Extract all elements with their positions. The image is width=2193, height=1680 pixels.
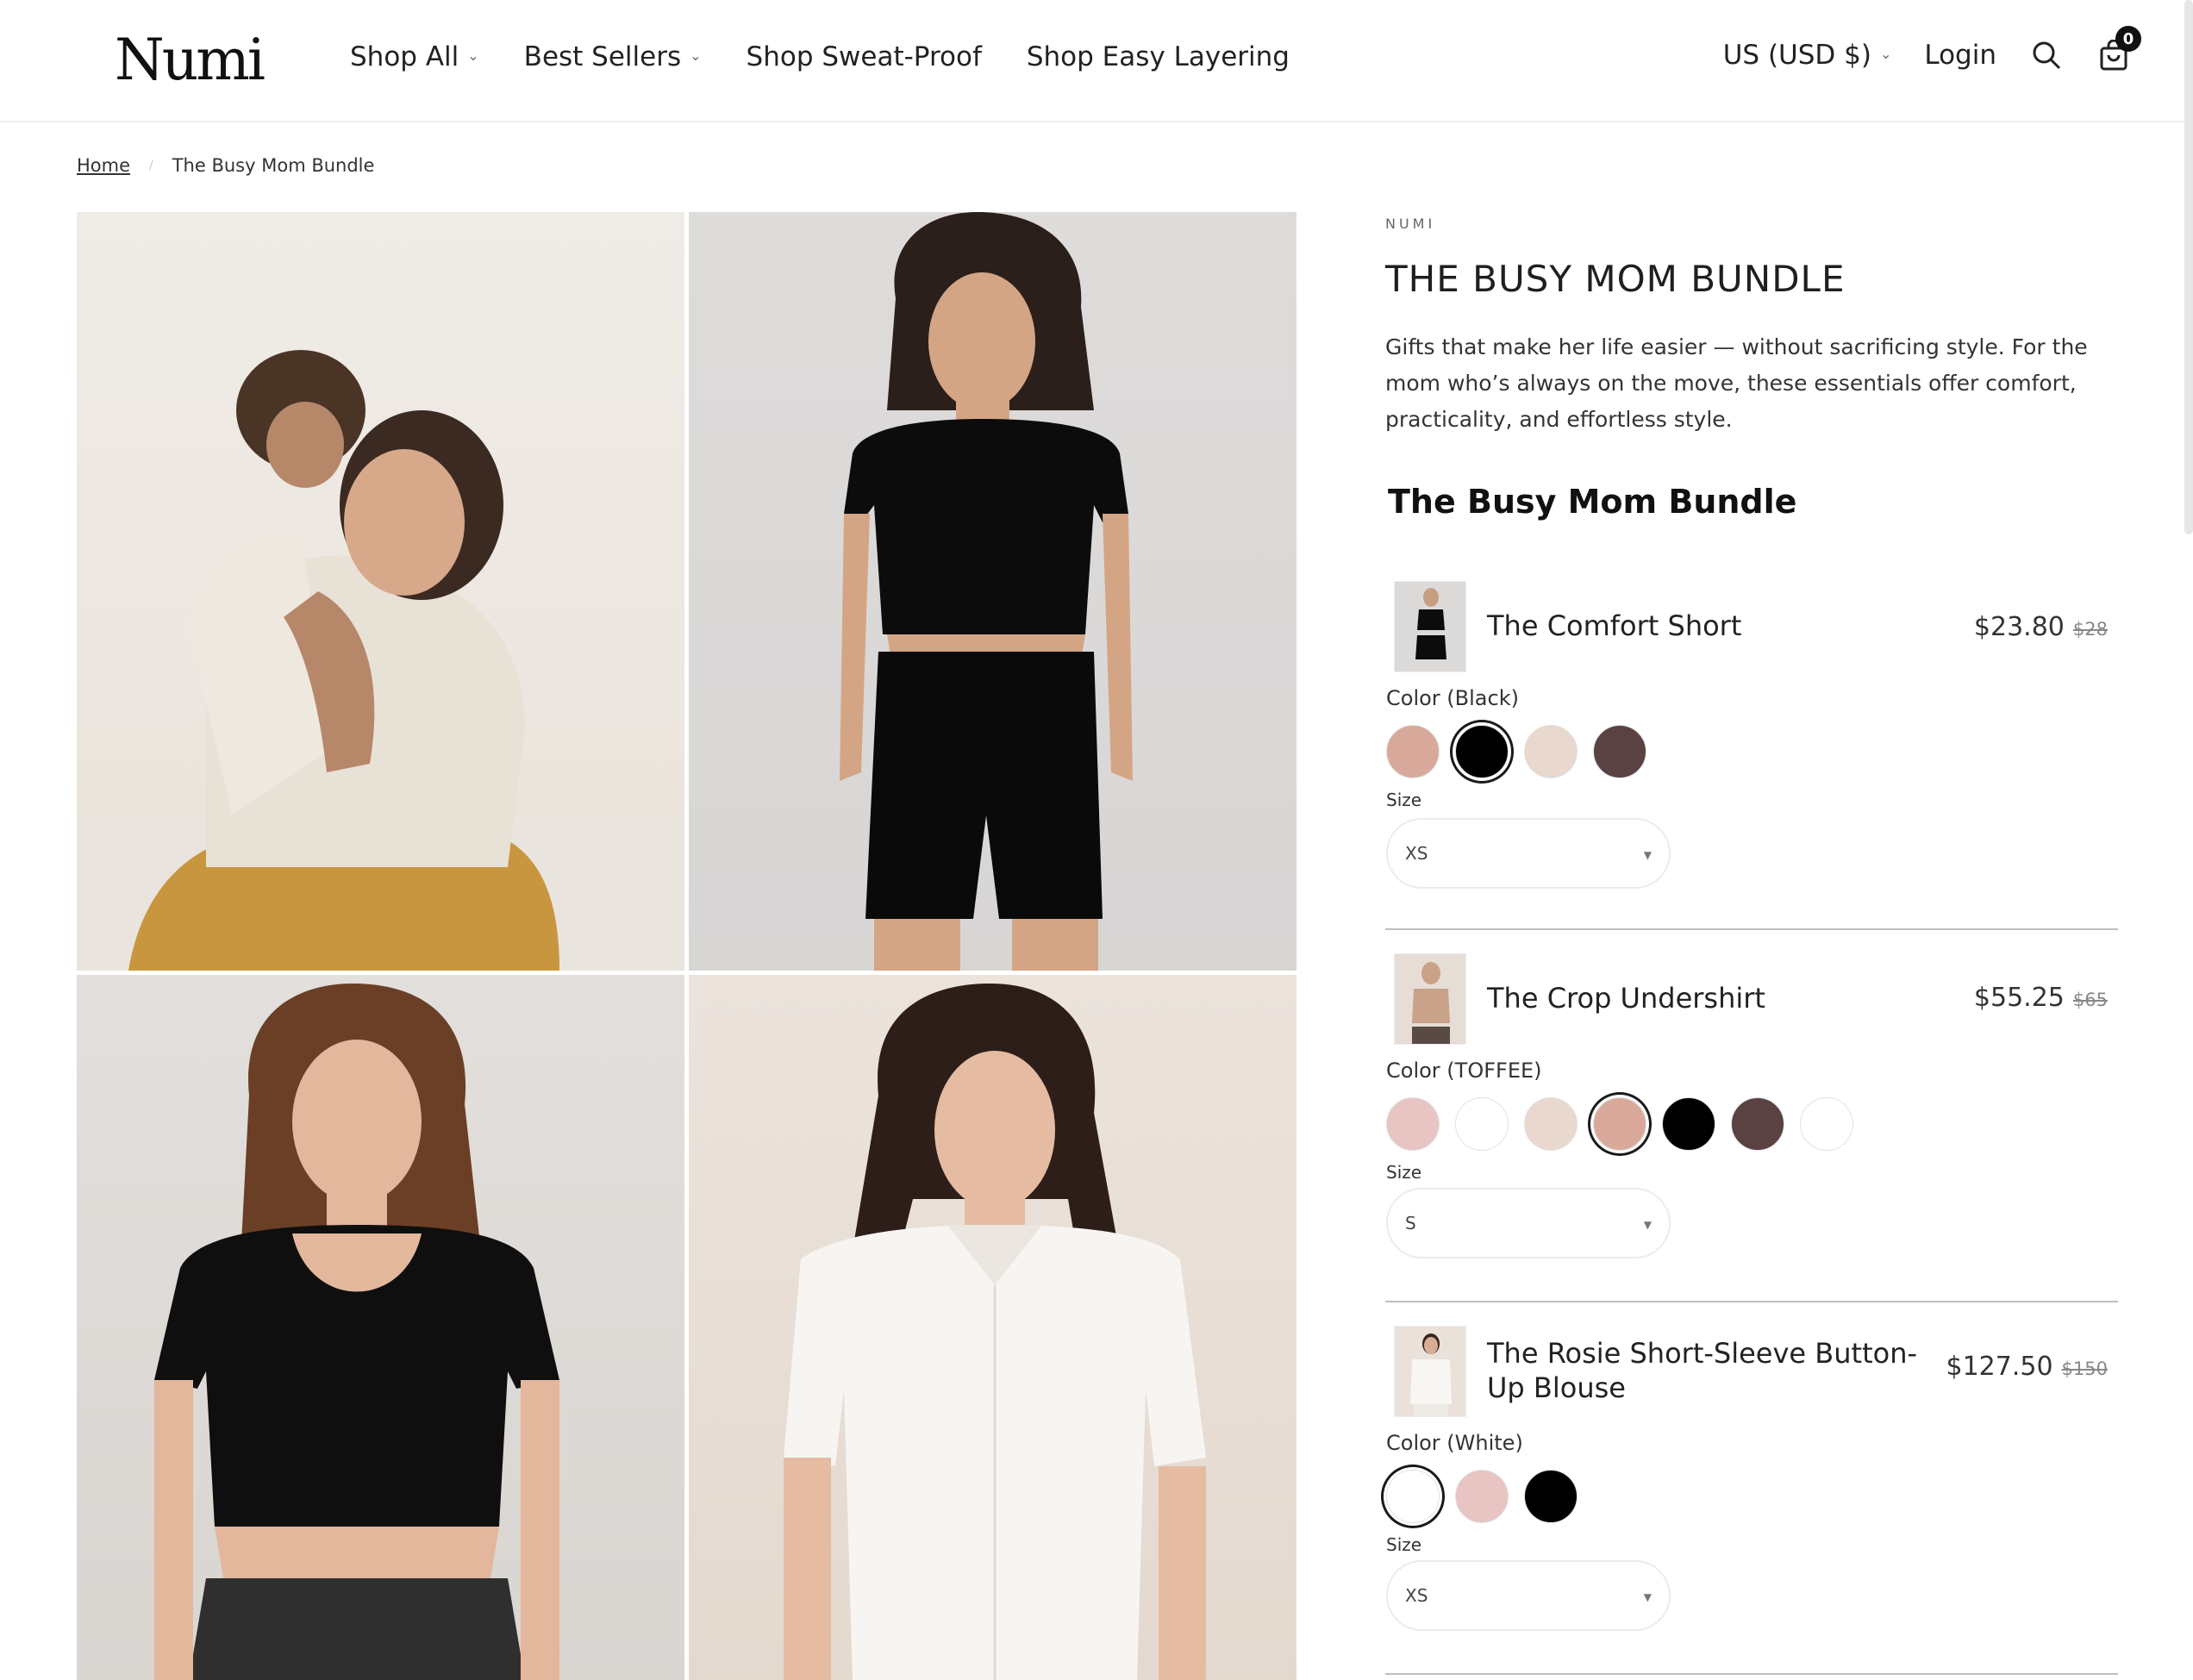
product-gallery — [77, 212, 1296, 1680]
color-swatch-selected[interactable] — [1593, 1097, 1646, 1151]
product-thumbnail[interactable] — [1394, 581, 1466, 672]
currency-selector[interactable]: US (USD $) ⌄ — [1723, 40, 1892, 71]
bundle-item-price: $23.80 $28 — [1974, 612, 2108, 642]
color-swatch[interactable] — [1524, 1097, 1578, 1151]
product-vendor: NUMI — [1385, 215, 1436, 232]
bundle-item-price: $55.25 $65 — [1974, 983, 2108, 1013]
color-swatch[interactable] — [1731, 1097, 1784, 1151]
nav-shop-sweat-proof[interactable]: Shop Sweat-Proof — [747, 41, 982, 72]
bundle-item-rosie-blouse: The Rosie Short-Sleeve Button-Up Blouse … — [1385, 1326, 2118, 1671]
size-label: Size — [1386, 1162, 1422, 1183]
divider — [1385, 1301, 2118, 1302]
nav-shop-all-label: Shop All — [350, 41, 459, 72]
bundle-item-name[interactable]: The Rosie Short-Sleeve Button-Up Blouse — [1487, 1336, 1952, 1405]
nav-shop-sweat-proof-label: Shop Sweat-Proof — [746, 41, 982, 72]
cart-count-badge: 0 — [2115, 26, 2141, 52]
chevron-down-icon: ⌄ — [467, 47, 479, 64]
breadcrumb-current: The Busy Mom Bundle — [172, 155, 375, 176]
numi-logo[interactable]: Numi — [115, 26, 266, 95]
white-blouse-photo[interactable] — [689, 975, 1296, 1680]
product-description: Gifts that make her life easier — withou… — [1385, 334, 2088, 432]
breadcrumb-home[interactable]: Home — [77, 155, 130, 176]
chevron-down-icon: ⌄ — [1879, 45, 1892, 62]
color-swatch[interactable] — [1455, 1097, 1509, 1151]
color-swatches — [1386, 725, 1646, 778]
color-label: Color (White) — [1386, 1431, 1523, 1455]
color-swatches — [1386, 1470, 1578, 1523]
size-label: Size — [1386, 1534, 1422, 1555]
color-label: Color (TOFFEE) — [1386, 1059, 1542, 1083]
mother-and-child-photo[interactable] — [77, 212, 684, 971]
color-swatch[interactable] — [1662, 1097, 1715, 1151]
sale-price: $23.80 — [1973, 612, 2065, 642]
size-select-value: XS — [1405, 843, 1428, 864]
color-swatch[interactable] — [1593, 725, 1646, 778]
product-info: NUMI THE BUSY MOM BUNDLE Gifts that make… — [1385, 215, 2118, 521]
divider — [1385, 928, 2118, 930]
color-swatch[interactable] — [1386, 1097, 1440, 1151]
size-select[interactable]: XS ▼ — [1386, 818, 1671, 889]
compare-price: $150 — [2061, 1358, 2108, 1379]
login-link[interactable]: Login — [1924, 40, 1996, 71]
color-swatch[interactable] — [1800, 1097, 1853, 1151]
currency-label: US (USD $) — [1722, 40, 1871, 71]
chevron-down-icon: ⌄ — [690, 47, 702, 64]
page-scrollbar[interactable] — [2184, 0, 2193, 534]
color-swatch-selected[interactable] — [1386, 1470, 1440, 1523]
bundle-item-name[interactable]: The Comfort Short — [1487, 609, 1952, 643]
divider — [1385, 1673, 2118, 1675]
chevron-down-icon: ▼ — [1643, 1591, 1652, 1603]
shopping-bag-icon[interactable]: 0 — [2096, 26, 2141, 72]
breadcrumb-separator: / — [149, 159, 153, 172]
nav-shop-easy-layering[interactable]: Shop Easy Layering — [1027, 41, 1290, 72]
size-select[interactable]: S ▼ — [1386, 1188, 1671, 1258]
nav-best-sellers[interactable]: Best Sellers ⌄ — [524, 41, 702, 72]
header-actions: US (USD $) ⌄ Login 0 — [1723, 26, 2141, 72]
size-label: Size — [1386, 790, 1422, 810]
color-swatch[interactable] — [1455, 1470, 1509, 1523]
chevron-down-icon: ▼ — [1643, 849, 1652, 861]
bundle-item-price: $127.50 $150 — [1946, 1352, 2108, 1382]
nav-best-sellers-label: Best Sellers — [523, 41, 682, 72]
product-title: THE BUSY MOM BUNDLE — [1385, 258, 1846, 300]
nav-shop-easy-layering-label: Shop Easy Layering — [1026, 41, 1290, 72]
product-thumbnail[interactable] — [1394, 953, 1466, 1045]
black-crop-top-and-shorts-photo[interactable] — [689, 212, 1296, 971]
breadcrumb: Home / The Busy Mom Bundle — [77, 155, 374, 176]
color-swatch[interactable] — [1524, 1470, 1578, 1523]
color-swatch[interactable] — [1386, 725, 1440, 778]
compare-price: $28 — [2072, 619, 2108, 640]
nav-shop-all[interactable]: Shop All ⌄ — [350, 41, 479, 72]
size-select-value: S — [1405, 1213, 1416, 1233]
color-swatches — [1386, 1097, 1853, 1151]
color-swatch[interactable] — [1524, 725, 1578, 778]
site-header: Numi Shop All ⌄ Best Sellers ⌄ Shop Swea… — [0, 0, 2193, 122]
search-icon[interactable] — [2029, 38, 2064, 72]
color-label: Color (Black) — [1386, 686, 1519, 710]
product-thumbnail[interactable] — [1394, 1326, 1466, 1417]
color-swatch-selected[interactable] — [1455, 725, 1509, 778]
bundle-item-comfort-short: The Comfort Short $23.80 $28 Color (Blac… — [1385, 581, 2118, 891]
compare-price: $65 — [2072, 990, 2108, 1010]
bundle-item-crop-undershirt: The Crop Undershirt $55.25 $65 Color (TO… — [1385, 953, 2118, 1264]
size-select-value: XS — [1405, 1585, 1428, 1606]
chevron-down-icon: ▼ — [1643, 1219, 1652, 1231]
sale-price: $127.50 — [1946, 1352, 2053, 1382]
size-select[interactable]: XS ▼ — [1386, 1560, 1671, 1631]
bundle-item-name[interactable]: The Crop Undershirt — [1487, 981, 1952, 1015]
main-nav: Shop All ⌄ Best Sellers ⌄ Shop Sweat-Pro… — [350, 41, 1290, 72]
bundle-heading: The Busy Mom Bundle — [1388, 483, 1797, 521]
black-crop-undershirt-photo[interactable] — [77, 975, 684, 1680]
sale-price: $55.25 — [1973, 983, 2065, 1013]
